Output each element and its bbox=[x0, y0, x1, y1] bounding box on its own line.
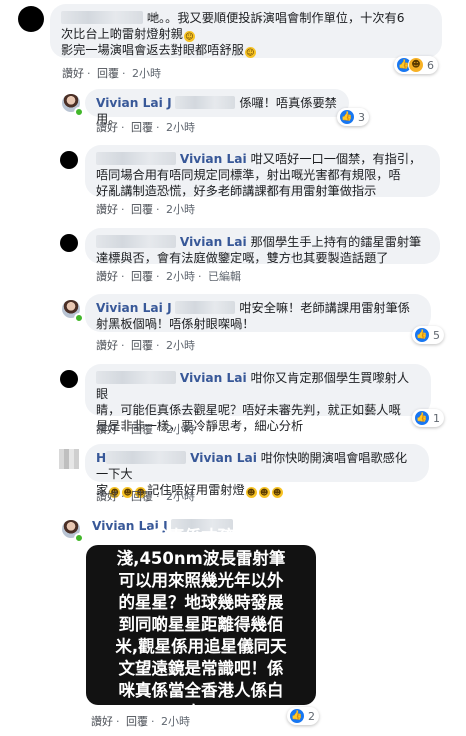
reply-link[interactable]: 回覆 bbox=[131, 490, 153, 503]
timestamp[interactable]: 2小時 bbox=[166, 203, 195, 216]
grin-emoji: ☻ bbox=[258, 487, 270, 498]
reaction-count: 2 bbox=[308, 709, 315, 723]
comment-bubble: Vivian Lai 咁你又肯定那個學生買嚟射人眼 睛，可能佢真係去觀星呢？唔好… bbox=[85, 364, 431, 433]
image-text: 我真係才疏學淺,450nm波長雷射筆可以用來照幾光年以外的星星？地球幾時發展到同… bbox=[115, 527, 287, 722]
commenter-name[interactable]: Vivian Lai J bbox=[96, 301, 172, 315]
comment-bubble: Vivian Lai J 咁安全嘛！老師講課用雷射筆係 射黑板個喎！唔係射眼㗎喎… bbox=[85, 294, 431, 332]
timestamp[interactable]: 2小時 bbox=[166, 270, 195, 283]
comment-actions: 讚好 · 回覆 · 2小時 bbox=[96, 121, 195, 134]
reaction-count: 3 bbox=[358, 110, 365, 124]
comment-text: 達標與否，會有法庭做鑒定嘅，雙方也其要製造話題了 bbox=[96, 251, 389, 265]
reply-link[interactable]: 回覆 bbox=[97, 67, 119, 80]
like-link[interactable]: 讚好 bbox=[96, 490, 118, 503]
attached-image[interactable]: 我真係才疏學淺,450nm波長雷射筆可以用來照幾光年以外的星星？地球幾時發展到同… bbox=[86, 527, 316, 722]
like-link[interactable]: 讚好 bbox=[96, 339, 118, 352]
comment-actions: 讚好 · 回覆 · 2小時 bbox=[96, 490, 195, 503]
timestamp[interactable]: 2小時 bbox=[161, 715, 190, 728]
avatar[interactable] bbox=[59, 449, 79, 469]
timestamp[interactable]: 2小時 bbox=[166, 121, 195, 134]
sweat-smile-emoji: ☺ bbox=[244, 47, 256, 58]
comment-bubble: Vivian Lai 咁又唔好一口一個禁，有指引， 唔同場合用有唔同規定同標準，… bbox=[85, 145, 440, 198]
like-link[interactable]: 讚好 bbox=[91, 715, 113, 728]
reaction-badge[interactable]: 👍 1 bbox=[412, 409, 444, 427]
like-icon: 👍 bbox=[414, 410, 430, 426]
comment-text: 唔同場合用有唔同規定同標準，射出嘅光害都有規限，唔 bbox=[96, 168, 401, 182]
comment-actions: 讚好 · 回覆 · 2小時 bbox=[62, 67, 161, 80]
redacted-name bbox=[175, 96, 236, 109]
sweat-smile-emoji: ☺ bbox=[183, 31, 195, 42]
reaction-count: 1 bbox=[433, 411, 440, 425]
redacted-name bbox=[96, 235, 176, 248]
edited-label[interactable]: 已編輯 bbox=[208, 270, 241, 283]
comment-text: 咁又唔好一口一個禁，有指引， bbox=[250, 152, 422, 166]
like-icon: 👍 bbox=[414, 327, 430, 343]
timestamp[interactable]: 2小時 bbox=[166, 490, 195, 503]
timestamp[interactable]: 2小時 bbox=[132, 67, 161, 80]
like-link[interactable]: 讚好 bbox=[96, 270, 118, 283]
online-indicator bbox=[74, 533, 84, 543]
redacted-name bbox=[96, 152, 176, 165]
comment-text: 射黑板個喎！唔係射眼㗎喎！ bbox=[96, 317, 255, 331]
commenter-name[interactable]: Vivian Lai J bbox=[96, 96, 172, 110]
reply-link[interactable]: 回覆 bbox=[131, 423, 153, 436]
like-link[interactable]: 讚好 bbox=[96, 203, 118, 216]
redacted-name bbox=[96, 371, 176, 384]
comment-text: 好亂講制造恐慌，好多老師講課都有用雷射筆做指示 bbox=[96, 184, 377, 198]
comment-bubble: 哋。。我又要順便投訴演唱會制作單位，十次有6 次比台上啲雷射燈射親 ☺ 影完一場演… bbox=[50, 4, 442, 58]
comment-bubble: Vivian Lai J 係囉！唔真係要禁用。 bbox=[85, 89, 349, 126]
commenter-name[interactable]: Vivian Lai bbox=[180, 152, 247, 166]
grin-emoji: ☻ bbox=[271, 487, 283, 498]
redacted-name bbox=[106, 451, 187, 464]
redacted-name bbox=[61, 11, 143, 24]
reaction-count: 5 bbox=[433, 328, 440, 342]
avatar[interactable] bbox=[60, 234, 78, 252]
comment-text: 次比台上啲雷射燈射親 bbox=[61, 27, 183, 41]
commenter-name[interactable]: Vivian Lai bbox=[180, 371, 247, 385]
comment-bubble: H Vivian Lai 咁你快啲開演唱會唱歌感化一下大 家 ☻ ☻ ☻ 記住唔好用雷射… bbox=[85, 444, 429, 498]
comment-actions: 讚好 · 回覆 · 2小時 bbox=[91, 715, 190, 728]
reaction-badge[interactable]: 👍 ☻ 6 bbox=[394, 56, 438, 74]
avatar[interactable] bbox=[60, 151, 78, 169]
like-link[interactable]: 讚好 bbox=[96, 121, 118, 134]
timestamp[interactable]: 2小時 bbox=[166, 339, 195, 352]
timestamp[interactable]: 2小時 bbox=[166, 423, 195, 436]
online-indicator bbox=[74, 107, 84, 117]
reply-link[interactable]: 回覆 bbox=[131, 339, 153, 352]
comment-text: 哋。。我又要順便投訴演唱會制作單位，十次有6 bbox=[146, 11, 405, 25]
comment-actions: 讚好 · 回覆 · 2小時 bbox=[96, 203, 195, 216]
reply-link[interactable]: 回覆 bbox=[131, 270, 153, 283]
reply-link[interactable]: 回覆 bbox=[131, 203, 153, 216]
commenter-name-prefix[interactable]: H bbox=[96, 451, 106, 465]
commenter-name[interactable]: Vivian Lai bbox=[190, 451, 257, 465]
reaction-badge[interactable]: 👍 3 bbox=[337, 108, 369, 126]
reply-link[interactable]: 回覆 bbox=[126, 715, 148, 728]
haha-icon: ☻ bbox=[408, 57, 424, 73]
reaction-count: 6 bbox=[427, 58, 434, 72]
comment-bubble: Vivian Lai 那個學生手上持有的鐳星雷射筆 達標與否，會有法庭做鑒定嘅，… bbox=[85, 228, 440, 265]
avatar[interactable] bbox=[60, 370, 78, 388]
reply-link[interactable]: 回覆 bbox=[131, 121, 153, 134]
comment-text: 睛，可能佢真係去觀星呢？唔好未審先判，就正如藝人嘅 bbox=[96, 403, 401, 417]
like-link[interactable]: 讚好 bbox=[96, 423, 118, 436]
reaction-badge[interactable]: 👍 5 bbox=[412, 326, 444, 344]
comment-text: 咁安全嘛！老師講課用雷射筆係 bbox=[239, 301, 410, 315]
comment-actions: 讚好 · 回覆 · 2小時 bbox=[96, 423, 195, 436]
reaction-badge[interactable]: 👍 2 bbox=[287, 707, 319, 725]
avatar[interactable] bbox=[18, 6, 44, 32]
comment-text: 影完一場演唱會返去對眼都唔舒服 bbox=[61, 43, 244, 57]
online-indicator bbox=[74, 313, 84, 323]
redacted-name bbox=[175, 301, 236, 314]
like-link[interactable]: 讚好 bbox=[62, 67, 84, 80]
like-icon: 👍 bbox=[289, 708, 305, 724]
comment-actions: 讚好 · 回覆 · 2小時 bbox=[96, 339, 195, 352]
comment-actions: 讚好 · 回覆 · 2小時 · 已編輯 bbox=[96, 270, 241, 283]
like-icon: 👍 bbox=[339, 109, 355, 125]
grin-emoji: ☻ bbox=[245, 487, 257, 498]
commenter-name[interactable]: Vivian Lai bbox=[180, 235, 247, 249]
comment-text: 那個學生手上持有的鐳星雷射筆 bbox=[250, 235, 422, 249]
